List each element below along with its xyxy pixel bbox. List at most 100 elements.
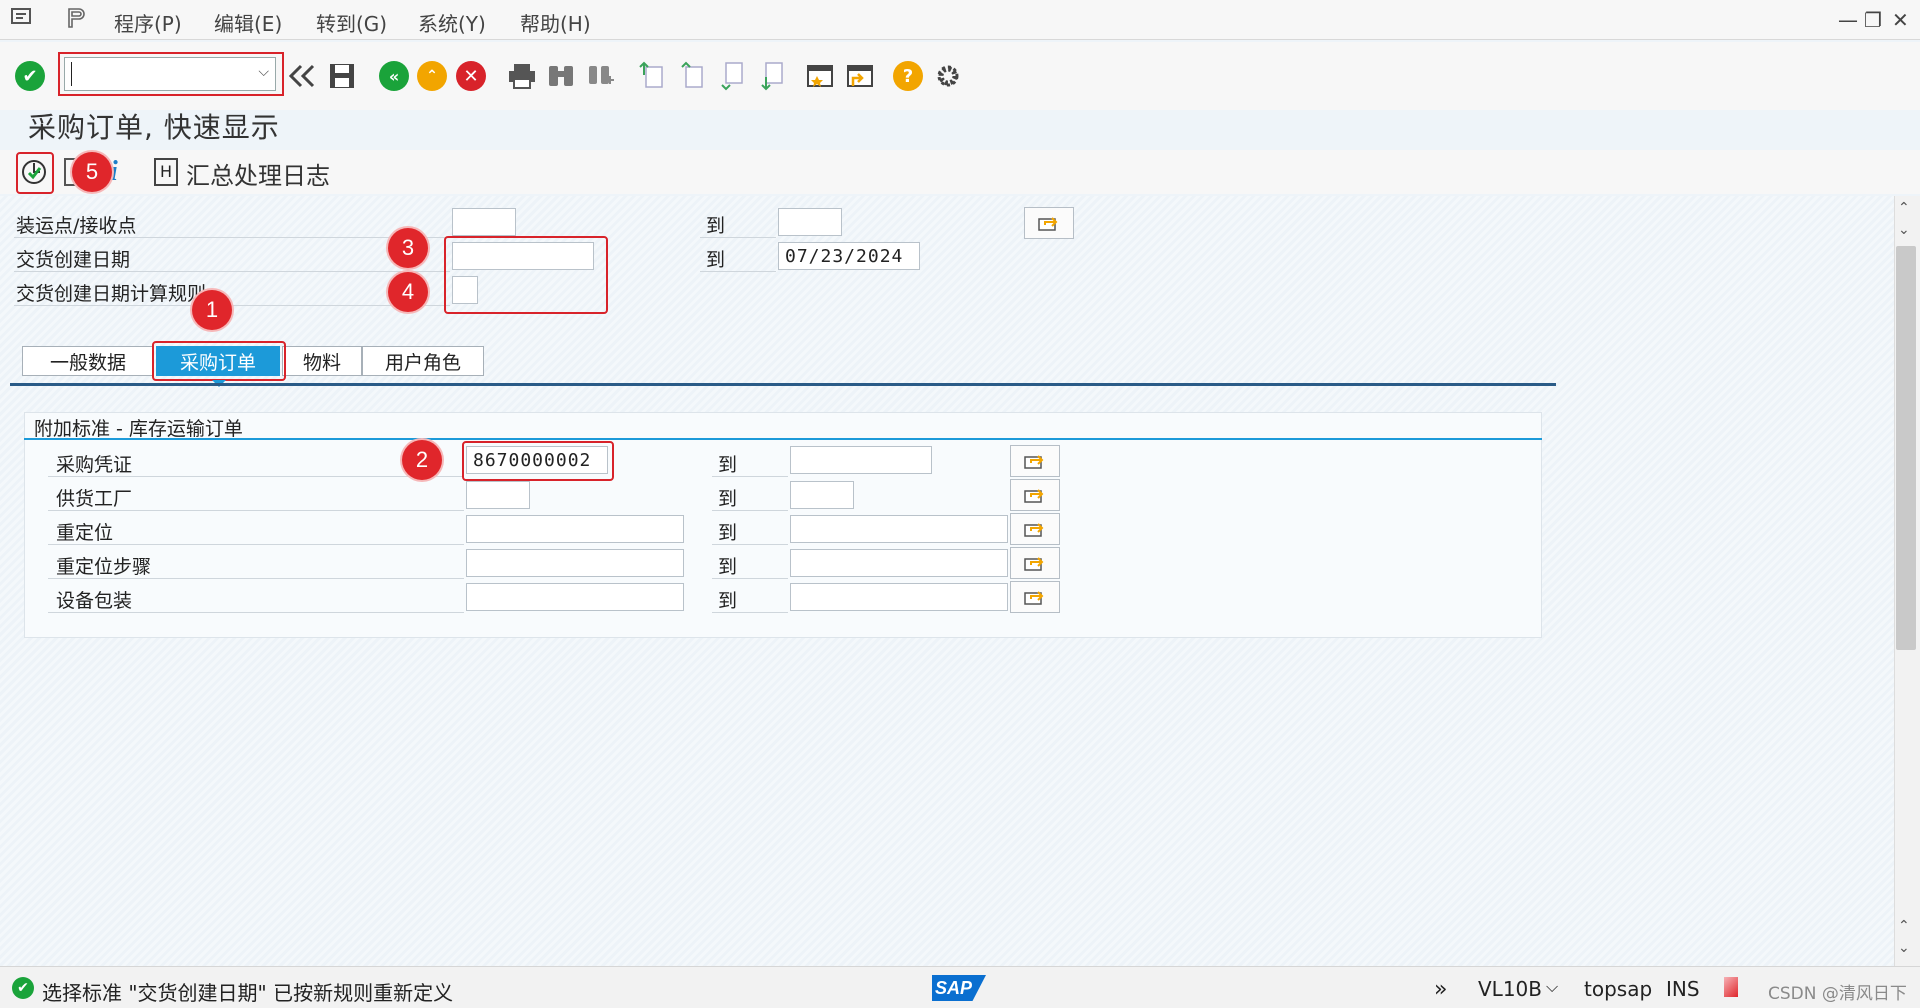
insert-mode: INS [1666,977,1700,1001]
row-underline [712,510,788,511]
date-fields-highlight [444,236,608,314]
restore-button[interactable]: ❐ [1864,8,1882,32]
relocation-from-input[interactable] [466,515,684,543]
row-underline [712,476,788,477]
annotation-badge-1: 1 [192,290,232,330]
shortcut-icon[interactable] [844,60,876,92]
command-field-highlight-left [58,52,66,96]
row-underline [700,237,776,238]
create-session-icon[interactable] [804,60,836,92]
supplying-plant-from-input[interactable] [466,481,530,509]
find-next-icon[interactable] [585,60,617,92]
equipment-packaging-from-input[interactable] [466,583,684,611]
multiple-selection-icon [1024,489,1044,503]
scrollbar-thumb[interactable] [1896,246,1916,650]
supplying-plant-multi-select[interactable] [1010,479,1060,511]
back-arrows-icon[interactable] [286,60,318,92]
status-expand-icon[interactable]: » [1434,977,1447,1002]
enter-icon[interactable]: ✔ [14,60,46,92]
menu-help[interactable]: 帮助(H) [520,8,591,37]
delivery-date-label: 交货创建日期 [16,249,131,271]
relocation-step-label: 重定位步骤 [56,556,152,578]
next-page-icon[interactable] [716,60,748,92]
status-bar: ✔ 选择标准 "交货创建日期" 已按新规则重新定义 SAP » VL10B ⌵ … [0,966,1920,1008]
multiple-selection-icon [1024,455,1044,469]
row-underline [48,510,464,511]
multiple-selection-icon [1024,557,1044,571]
multiple-selection-icon [1024,523,1044,537]
last-page-icon[interactable] [756,60,788,92]
minimize-button[interactable]: — [1838,8,1858,32]
row-underline [712,612,788,613]
shipping-point-label: 装运点/接收点 [16,215,137,237]
equipment-packaging-to-label: 到 [718,590,738,612]
shipping-point-to-label: 到 [706,215,726,237]
row-underline [48,476,464,477]
log-icon[interactable]: H [154,158,178,186]
menu-edit[interactable]: 编辑(E) [214,8,282,37]
system-name: topsap [1584,977,1653,1001]
relocation-to-label: 到 [718,522,738,544]
shipping-point-to-input[interactable] [778,208,842,236]
scroll-down-bottom-icon[interactable]: ⌄ [1898,940,1910,956]
scroll-up-bottom-icon[interactable]: ⌃ [1898,918,1910,934]
supplying-plant-to-label: 到 [718,488,738,510]
relocation-step-to-input[interactable] [790,549,1008,577]
find-icon[interactable] [545,60,577,92]
equipment-packaging-label: 设备包装 [56,590,133,612]
equipment-packaging-to-input[interactable] [790,583,1008,611]
page-title: 采购订单, 快速显示 [28,111,280,144]
cancel-icon[interactable]: ✕ [455,60,487,92]
first-page-icon[interactable] [636,60,668,92]
delivery-date-to-input[interactable]: 07/23/2024 [778,242,920,270]
relocation-step-multi-select[interactable] [1010,547,1060,579]
tab-user-role[interactable]: 用户角色 [362,346,484,376]
status-message[interactable]: 选择标准 "交货创建日期" 已按新规则重新定义 [42,977,453,1006]
menu-goto[interactable]: 转到(G) [316,8,387,37]
chevron-down-icon[interactable]: ⌵ [1546,977,1558,997]
tab-highlight [152,341,286,381]
exit-icon[interactable]: ⌃ [416,60,448,92]
group-title: 附加标准 - 库存运输订单 [34,418,243,440]
previous-page-icon[interactable] [676,60,708,92]
purchasing-doc-to-input[interactable] [790,446,932,474]
annotation-badge-2: 2 [402,440,442,480]
supplying-plant-to-input[interactable] [790,481,854,509]
scroll-down-icon[interactable]: ⌄ [1898,222,1910,238]
group-title-line [24,438,1542,440]
log-button[interactable]: 汇总处理日志 [186,156,330,191]
tab-general-data[interactable]: 一般数据 [22,346,154,376]
sap-logo: SAP [932,975,986,1001]
relocation-multi-select[interactable] [1010,513,1060,545]
date-rule-label: 交货创建日期计算规则 [16,283,207,305]
multiple-selection-button[interactable] [1024,207,1074,239]
success-icon: ✔ [12,977,34,999]
menu-program[interactable]: 程序(P) [114,8,182,37]
print-icon[interactable] [506,60,538,92]
help-icon[interactable]: ? [892,60,924,92]
back-icon[interactable]: « [378,60,410,92]
menu-bar-icon[interactable] [64,6,88,35]
row-underline [712,578,788,579]
row-underline [48,544,464,545]
settings-icon[interactable] [932,60,964,92]
row-underline [712,544,788,545]
sap-menu-icon[interactable] [10,6,34,33]
relocation-to-input[interactable] [790,515,1008,543]
close-window-button[interactable]: ✕ [1892,8,1909,32]
equipment-packaging-multi-select[interactable] [1010,581,1060,613]
row-underline [14,305,450,306]
scroll-up-icon[interactable]: ⌃ [1898,200,1910,216]
purchasing-doc-multi-select[interactable] [1010,445,1060,477]
row-underline [700,271,776,272]
tab-material[interactable]: 物料 [282,346,362,376]
save-icon[interactable] [326,60,358,92]
transaction-code[interactable]: VL10B [1478,977,1542,1001]
shipping-point-from-input[interactable] [452,208,516,236]
menu-system[interactable]: 系统(Y) [418,8,486,37]
info-icon[interactable]: i [110,156,136,187]
application-toolbar: i H 汇总处理日志 [0,150,1920,194]
annotation-badge-3: 3 [388,228,428,268]
annotation-badge-5: 5 [72,152,112,192]
relocation-step-from-input[interactable] [466,549,684,577]
